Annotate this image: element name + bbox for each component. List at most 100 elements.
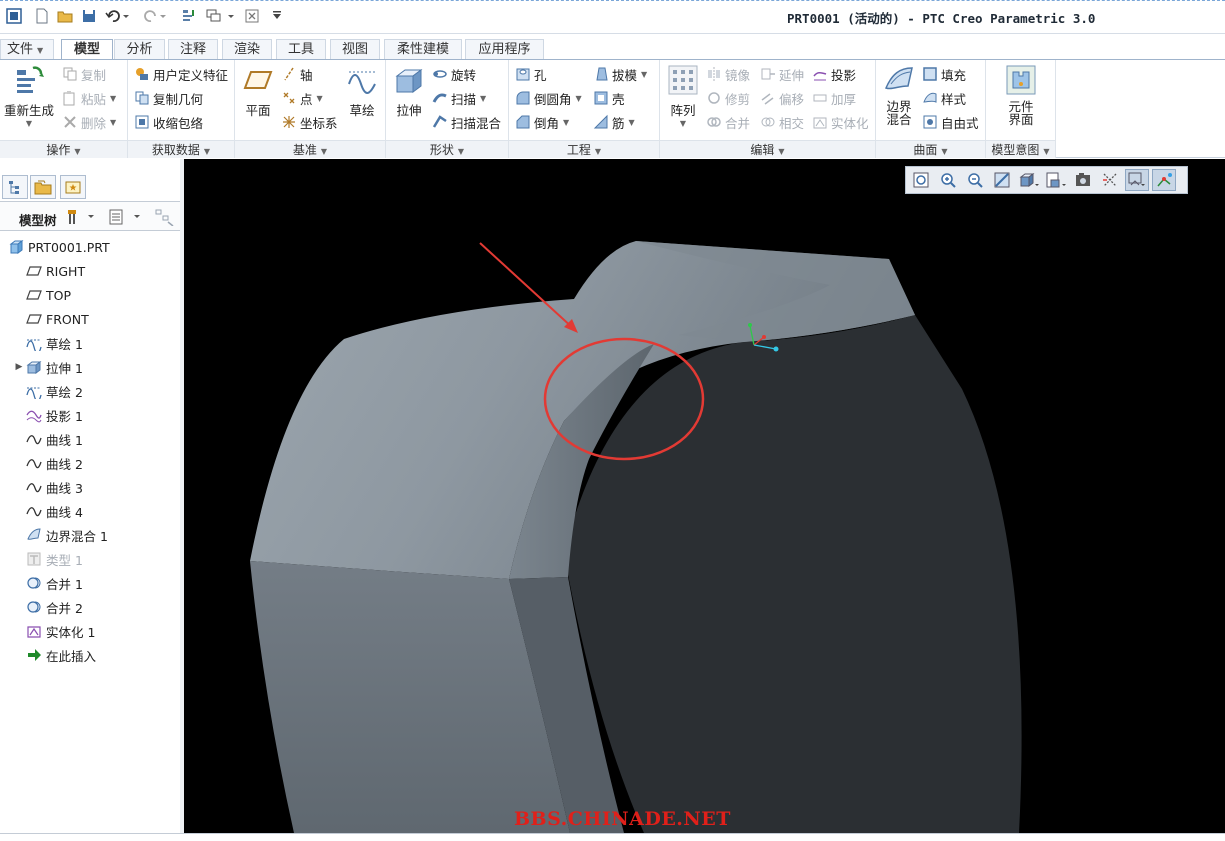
revolve-button[interactable]: 旋转 — [432, 64, 476, 84]
tab-model[interactable]: 模型 — [61, 39, 113, 60]
regenerate-quick-icon[interactable] — [180, 7, 198, 25]
extrude-button[interactable]: 拉伸 — [392, 64, 426, 119]
tree-item[interactable]: 草绘 2 — [0, 380, 180, 402]
rib-button[interactable]: 筋 ▼ — [593, 112, 635, 132]
sweep-button[interactable]: 扫描 ▼ — [432, 88, 486, 108]
windows-icon[interactable] — [205, 7, 237, 25]
tree-item[interactable]: 合并 2 — [0, 596, 180, 618]
merge-button[interactable]: 合并 — [706, 112, 750, 132]
tree-item[interactable]: 草绘 1 — [0, 332, 180, 354]
tab-annotate[interactable]: 注释 — [168, 39, 218, 59]
offset-button[interactable]: 偏移 — [760, 88, 804, 108]
tree-item[interactable]: 实体化 1 — [0, 620, 180, 642]
shell-button[interactable]: 壳 — [593, 88, 625, 108]
hole-button[interactable]: 孔 — [515, 64, 547, 84]
tab-analysis[interactable]: 分析 — [114, 39, 165, 59]
repaint-button[interactable] — [990, 169, 1014, 191]
folder-browser-tab[interactable] — [30, 175, 56, 199]
delete-button[interactable]: 删除 ▼ — [62, 112, 116, 132]
redo-icon[interactable] — [142, 7, 168, 25]
zoom-out-button[interactable] — [963, 169, 987, 191]
tree-item[interactable]: PRT0001.PRT — [0, 236, 180, 258]
datum-display-filters-button[interactable] — [1125, 169, 1149, 191]
tree-item[interactable]: 类型 1 — [0, 548, 180, 570]
thicken-button[interactable]: 加厚 — [812, 88, 856, 108]
copy-geometry-button[interactable]: 复制几何 — [134, 88, 203, 108]
swept-blend-button[interactable]: 扫描混合 — [432, 112, 501, 132]
tree-item[interactable]: 投影 1 — [0, 404, 180, 426]
group-label-get-data[interactable]: 获取数据 ▼ — [128, 140, 234, 158]
sketch-button[interactable]: 草绘 — [345, 64, 379, 119]
udf-button[interactable]: 用户定义特征 — [134, 64, 228, 84]
group-label-operations[interactable]: 操作 ▼ — [0, 140, 127, 158]
group-label-editing[interactable]: 编辑 ▼ — [660, 140, 875, 158]
undo-icon[interactable] — [104, 7, 130, 25]
tree-item[interactable]: TOP — [0, 284, 180, 306]
tab-file[interactable]: 文件 ▼ — [0, 39, 54, 59]
tree-item[interactable]: 曲线 3 — [0, 476, 180, 498]
tab-view[interactable]: 视图 — [330, 39, 380, 59]
tree-item[interactable]: 在此插入 — [0, 644, 180, 666]
view-manager-button[interactable] — [1071, 169, 1095, 191]
pattern-button[interactable]: 阵列 ▼ — [666, 64, 700, 128]
point-button[interactable]: 点 ▼ — [281, 88, 323, 108]
project-button[interactable]: 投影 — [812, 64, 856, 84]
component-interface-button[interactable]: 元件 界面 — [1002, 64, 1040, 126]
tree-item[interactable]: 曲线 4 — [0, 500, 180, 522]
boundary-blend-button[interactable]: 边界 混合 — [880, 64, 918, 126]
group-label-surfaces[interactable]: 曲面 ▼ — [876, 140, 985, 158]
tab-tools[interactable]: 工具 — [276, 39, 326, 59]
model-3d-view[interactable] — [184, 159, 1225, 833]
close-window-icon[interactable] — [244, 7, 260, 25]
zoom-in-button[interactable] — [936, 169, 960, 191]
trim-button[interactable]: 修剪 — [706, 88, 750, 108]
copy-button[interactable]: 复制 — [62, 64, 106, 84]
shrinkwrap-button[interactable]: 收缩包络 — [134, 112, 203, 132]
mirror-button[interactable]: 镜像 — [706, 64, 750, 84]
tree-item[interactable]: ▶ 拉伸 1 — [0, 356, 180, 378]
regenerate-button[interactable]: 重新生成 ▼ — [4, 64, 54, 128]
draft-button[interactable]: 拔模 ▼ — [593, 64, 647, 84]
round-button[interactable]: 倒圆角 ▼ — [515, 88, 582, 108]
perspective-toggle-button[interactable] — [1098, 169, 1122, 191]
app-icon[interactable] — [5, 7, 23, 25]
solidify-button[interactable]: 实体化 — [812, 112, 869, 132]
tab-applications[interactable]: 应用程序 — [465, 39, 544, 59]
group-label-engineering[interactable]: 工程 ▼ — [509, 140, 659, 158]
tab-flexible-modeling[interactable]: 柔性建模 — [384, 39, 462, 59]
save-icon[interactable] — [80, 7, 98, 25]
axis-button[interactable]: 轴 — [281, 64, 313, 84]
tree-filter-icon[interactable] — [154, 208, 176, 229]
open-folder-icon[interactable] — [56, 7, 74, 25]
graphics-viewport[interactable]: BBS.CHINADE.NET — [184, 159, 1225, 833]
chamfer-button[interactable]: 倒角 ▼ — [515, 112, 569, 132]
display-style-button[interactable] — [1017, 169, 1041, 191]
expand-arrow-icon[interactable]: ▶ — [12, 362, 26, 372]
tree-item[interactable]: 曲线 1 — [0, 428, 180, 450]
group-label-shapes[interactable]: 形状 ▼ — [386, 140, 508, 158]
group-label-datum[interactable]: 基准 ▼ — [235, 140, 385, 158]
tree-item[interactable]: 合并 1 — [0, 572, 180, 594]
csys-button[interactable]: 坐标系 — [281, 112, 338, 132]
plane-button[interactable]: 平面 — [241, 64, 275, 119]
freestyle-button[interactable]: 自由式 — [922, 112, 979, 132]
paste-button[interactable]: 粘贴 ▼ — [62, 88, 116, 108]
customize-toolbar-icon[interactable] — [270, 7, 284, 25]
new-file-icon[interactable] — [33, 7, 51, 25]
show-options-icon[interactable] — [108, 208, 144, 229]
settings-tools-icon[interactable] — [66, 208, 96, 229]
style-button[interactable]: 样式 — [922, 88, 966, 108]
fill-button[interactable]: 填充 — [922, 64, 966, 84]
favorites-tab[interactable] — [60, 175, 86, 199]
tree-item[interactable]: FRONT — [0, 308, 180, 330]
intersect-button[interactable]: 相交 — [760, 112, 804, 132]
group-label-model-intent[interactable]: 模型意图 ▼ — [986, 140, 1055, 158]
extend-button[interactable]: 延伸 — [760, 64, 804, 84]
saved-orientations-button[interactable] — [1044, 169, 1068, 191]
tab-render[interactable]: 渲染 — [222, 39, 272, 59]
tree-item[interactable]: 曲线 2 — [0, 452, 180, 474]
refit-button[interactable] — [909, 169, 933, 191]
tree-item[interactable]: RIGHT — [0, 260, 180, 282]
tree-item[interactable]: 边界混合 1 — [0, 524, 180, 546]
model-tree-tab[interactable] — [2, 175, 28, 199]
